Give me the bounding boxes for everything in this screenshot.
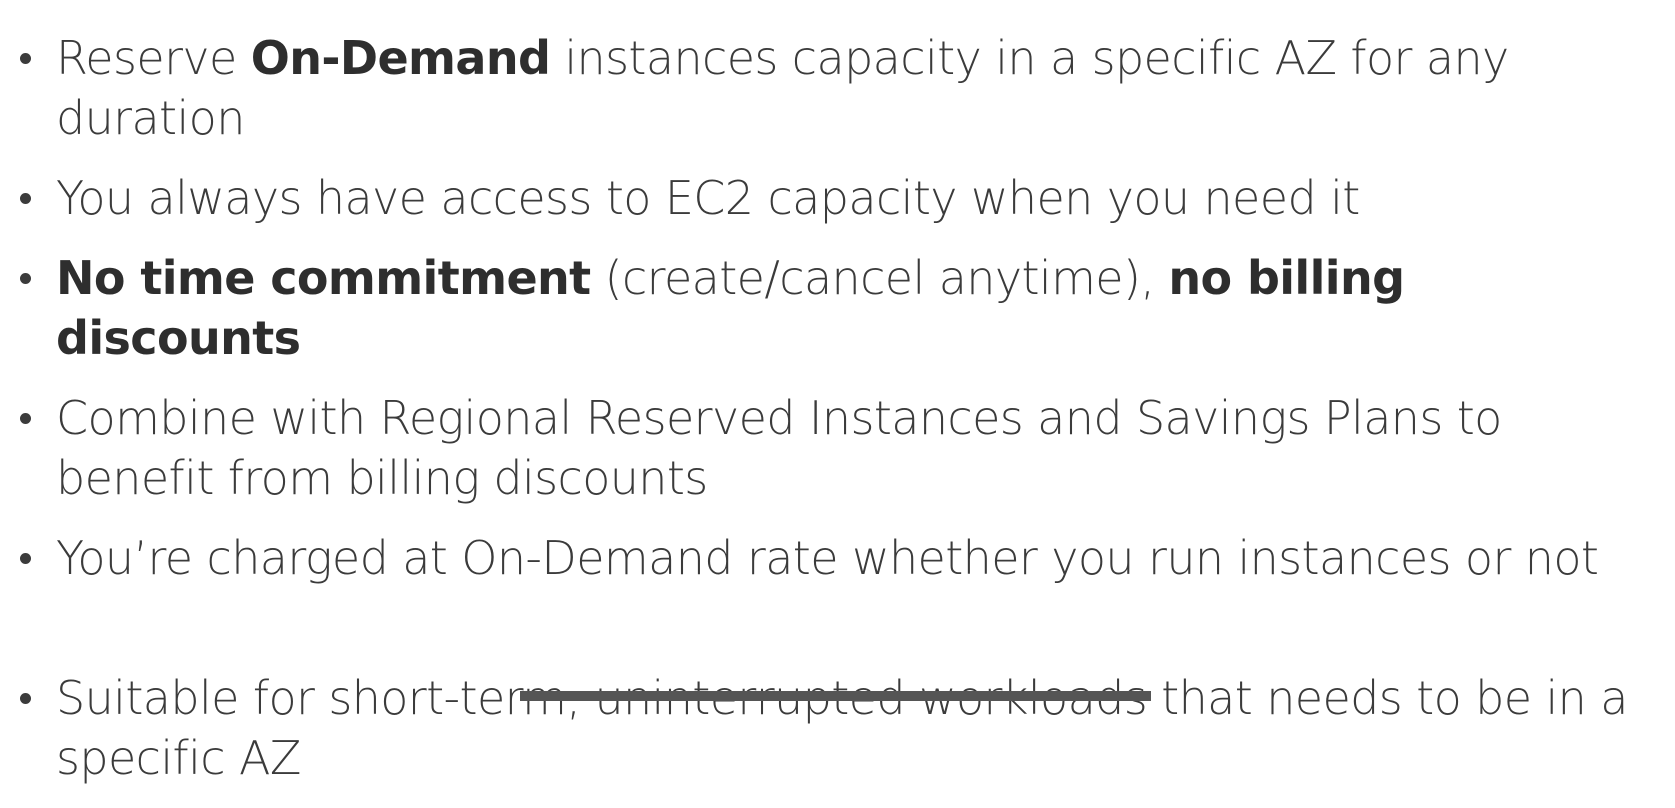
bullet-dot-icon [20,693,31,704]
bullet-text: Combine with Regional Reserved Instances… [56,391,1502,505]
bullet-text: Suitable for short-term, uninterrupted w… [56,671,1628,785]
bullet-dot-icon [20,553,31,564]
bullet-dot-icon [20,193,31,204]
bullet-item-commitment: No time commitment (create/cancel anytim… [20,248,1660,368]
bullet-dot-icon [20,413,31,424]
bullet-text-bold: No time commitment [56,251,591,305]
bullet-item-access: You always have access to EC2 capacity w… [20,168,1660,228]
bullet-item-suitable: Suitable for short-term, uninterrupted w… [20,668,1660,788]
bullet-item-reserve: Reserve On-Demand instances capacity in … [20,28,1660,148]
bullet-item-charged: You’re charged at On-Demand rate whether… [20,528,1660,588]
bullet-text: (create/cancel anytime), [590,251,1169,305]
bullet-dot-icon [20,53,31,64]
bottom-bar-divider [520,691,1151,701]
slide: Reserve On-Demand instances capacity in … [0,0,1675,785]
bullet-dot-icon [20,273,31,284]
bullet-text: Reserve [56,31,251,85]
bullet-text: You always have access to EC2 capacity w… [56,171,1360,225]
bullet-text: You’re charged at On-Demand rate whether… [56,531,1599,585]
bullet-text-bold: On-Demand [250,31,551,85]
bullet-item-combine: Combine with Regional Reserved Instances… [20,388,1660,508]
